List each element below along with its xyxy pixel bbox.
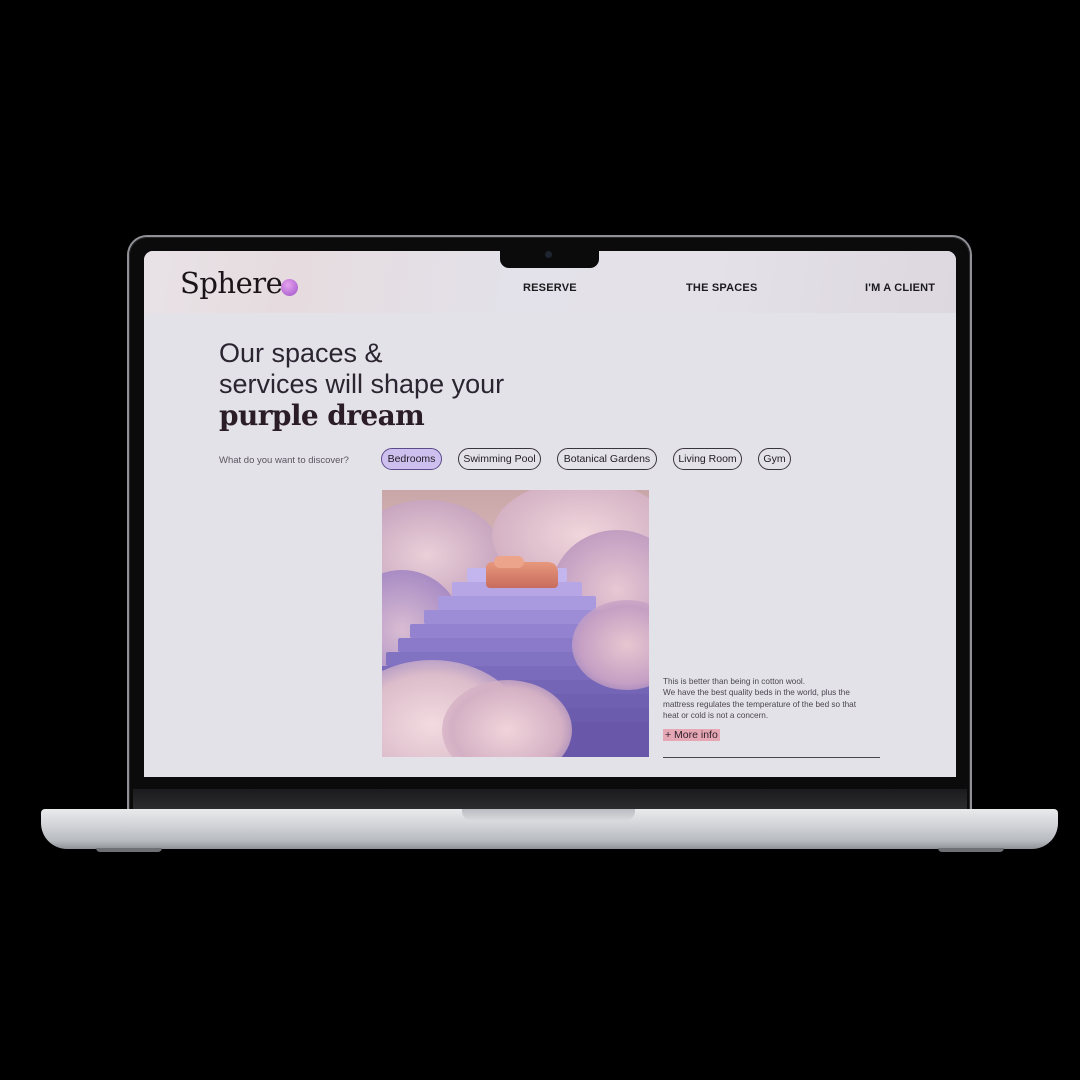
chip-bedrooms[interactable]: Bedrooms xyxy=(381,448,442,470)
pillow-icon xyxy=(494,556,524,568)
feature-description: This is better than being in cotton wool… xyxy=(663,676,873,721)
hero-line-1: Our spaces & xyxy=(219,338,383,368)
chip-living-room[interactable]: Living Room xyxy=(673,448,742,470)
chip-botanical-gardens[interactable]: Botanical Gardens xyxy=(557,448,657,470)
hero-heading: Our spaces & services will shape your pu… xyxy=(219,338,639,431)
divider xyxy=(663,757,880,758)
feature-description-line-2: We have the best quality beds in the wor… xyxy=(663,688,856,720)
chip-gym[interactable]: Gym xyxy=(758,448,791,470)
laptop-opening-notch xyxy=(462,809,635,821)
more-info-link[interactable]: + More info xyxy=(663,729,720,741)
nav-link-reserve[interactable]: RESERVE xyxy=(523,282,577,294)
bedroom-feature-image xyxy=(382,490,649,757)
nav-link-client[interactable]: I'M A CLIENT xyxy=(865,282,935,294)
camera-icon xyxy=(545,251,552,258)
laptop-foot-right xyxy=(938,848,1004,852)
hero-accent: purple dream xyxy=(219,399,425,432)
hero-line-2: services will shape your xyxy=(219,369,505,399)
step-shape xyxy=(438,596,596,610)
discover-prompt: What do you want to discover? xyxy=(219,455,349,466)
laptop-hinge xyxy=(133,789,967,811)
laptop-foot-left xyxy=(96,848,162,852)
brand-dot-icon xyxy=(281,279,298,296)
chip-swimming-pool[interactable]: Swimming Pool xyxy=(458,448,541,470)
brand-logo[interactable]: Sphere xyxy=(180,266,283,300)
nav-link-the-spaces[interactable]: THE SPACES xyxy=(686,282,757,294)
laptop-screen: Sphere RESERVE THE SPACES I'M A CLIENT O… xyxy=(144,251,956,777)
feature-description-line-1: This is better than being in cotton wool… xyxy=(663,677,805,686)
